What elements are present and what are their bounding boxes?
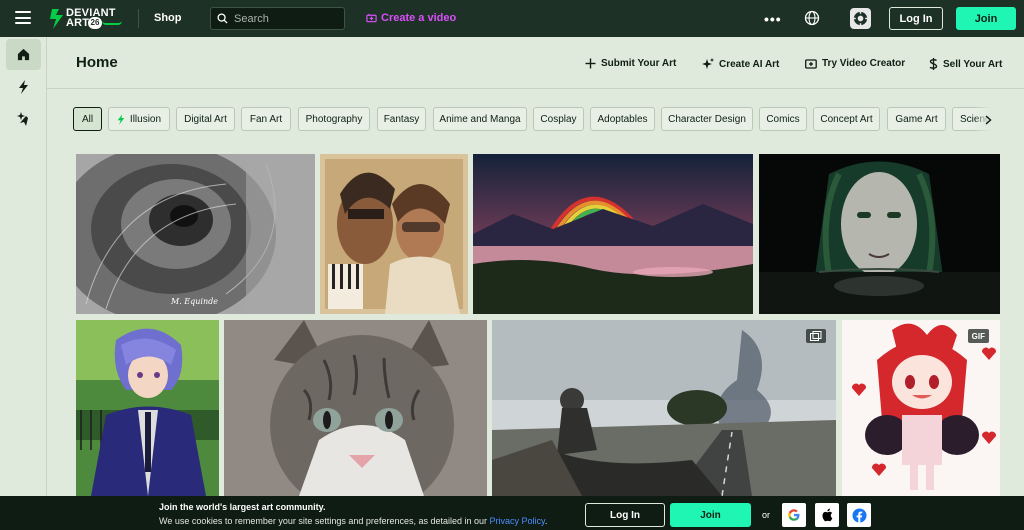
chip-anime-manga[interactable]: Anime and Manga (433, 107, 527, 131)
video-creator-label: Try Video Creator (822, 58, 906, 69)
sidebar-item-trending[interactable] (6, 71, 41, 102)
search-input[interactable] (234, 12, 334, 25)
gallery-tile-spiral-staircase[interactable]: M. Equinde (76, 154, 315, 314)
page-title: Home (76, 54, 118, 71)
shop-link[interactable]: Shop (154, 12, 182, 24)
globe-icon[interactable] (804, 10, 820, 26)
deviantart-logo-icon (50, 9, 63, 29)
sell-art-label: Sell Your Art (943, 58, 1003, 70)
video-creator-button[interactable]: Try Video Creator (805, 58, 905, 69)
gif-badge: GIF (967, 329, 989, 343)
chip-game-art[interactable]: Game Art (887, 107, 946, 131)
search-bar[interactable] (210, 7, 345, 30)
chip-illusion[interactable]: Illusion (108, 107, 170, 131)
submit-art-label: Submit Your Art (601, 58, 677, 69)
nav-divider (138, 9, 139, 28)
lightning-icon (117, 113, 125, 125)
search-icon (217, 13, 228, 24)
settings-gear-icon[interactable] (850, 8, 871, 29)
multi-image-icon (806, 329, 826, 343)
chip-character-design[interactable]: Character Design (661, 107, 753, 131)
retro-musician-image (320, 154, 468, 314)
create-video-label: Create a video (381, 12, 457, 24)
login-button[interactable]: Log In (889, 7, 943, 30)
header-divider (47, 88, 1024, 89)
google-icon[interactable] (782, 503, 806, 527)
sparkle-icon (16, 111, 28, 126)
apple-icon[interactable] (815, 503, 839, 527)
gallery-tile-chibi-girl[interactable]: GIF (842, 320, 1000, 496)
privacy-policy-link[interactable]: Privacy Policy (490, 516, 545, 526)
chip-concept-art[interactable]: Concept Art (813, 107, 880, 131)
cookie-login-button[interactable]: Log In (585, 503, 665, 527)
gallery-tile-dark-water-woman[interactable] (759, 154, 1000, 314)
chip-cosplay[interactable]: Cosplay (533, 107, 584, 131)
tabby-cat-image (224, 320, 487, 496)
submit-art-button[interactable]: Submit Your Art (585, 58, 676, 69)
create-ai-art-label: Create AI Art (719, 58, 780, 70)
artist-signature: M. Equinde (170, 297, 218, 306)
dark-water-woman-image (759, 154, 1000, 314)
surreal-road-image (492, 320, 836, 496)
join-button[interactable]: Join (956, 7, 1016, 30)
sidebar-item-ai[interactable] (6, 103, 41, 134)
sparkle-icon (702, 58, 714, 69)
top-navbar: DEVIANTART 26 Shop Create a video ••• (0, 0, 1024, 37)
gallery-tile-surreal-road[interactable] (492, 320, 836, 496)
logo-badge: 26 (88, 17, 102, 29)
deviantart-logo[interactable]: DEVIANT ART 26 (50, 6, 124, 32)
menu-icon[interactable] (15, 11, 31, 24)
chip-fan-art[interactable]: Fan Art (241, 107, 291, 131)
gallery-tile-retro-musician[interactable] (320, 154, 468, 314)
video-plus-icon (805, 59, 817, 69)
facebook-icon[interactable] (847, 503, 871, 527)
left-sidebar (0, 37, 47, 530)
home-icon (17, 48, 30, 61)
chip-adoptables[interactable]: Adoptables (590, 107, 655, 131)
chips-scroll-right[interactable] (976, 107, 1001, 132)
gallery-tile-rainbow-lake[interactable] (473, 154, 753, 314)
chip-photography[interactable]: Photography (298, 107, 370, 131)
lightning-icon (19, 79, 28, 94)
or-label: or (762, 510, 771, 520)
cookie-title: Join the world's largest art community. (159, 502, 326, 512)
category-chips: All Illusion Digital Art Fan Art Photogr… (73, 107, 1001, 132)
chip-all[interactable]: All (73, 107, 102, 131)
chip-comics[interactable]: Comics (759, 107, 807, 131)
plus-icon (585, 58, 596, 69)
chibi-girl-image (842, 320, 1000, 496)
gallery-tile-tabby-cat[interactable] (224, 320, 487, 496)
cookie-join-button[interactable]: Join (670, 503, 751, 527)
chevron-right-icon (985, 114, 992, 125)
spiral-staircase-image: M. Equinde (76, 154, 315, 314)
create-video-button[interactable]: Create a video (366, 12, 456, 24)
rainbow-lake-image (473, 154, 753, 314)
chip-fantasy[interactable]: Fantasy (377, 107, 426, 131)
video-plus-icon (366, 13, 377, 23)
gallery-tile-anime-boy[interactable] (76, 320, 219, 496)
cookie-text: We use cookies to remember your site set… (159, 516, 548, 526)
create-ai-art-button[interactable]: Create AI Art (702, 58, 779, 70)
more-options-icon[interactable]: ••• (764, 11, 782, 27)
sell-art-button[interactable]: Sell Your Art (929, 58, 1002, 70)
sidebar-item-home[interactable] (6, 39, 41, 70)
anime-boy-image (76, 320, 219, 496)
logo-wave (102, 21, 122, 25)
dollar-icon (929, 58, 938, 70)
chip-digital-art[interactable]: Digital Art (176, 107, 235, 131)
